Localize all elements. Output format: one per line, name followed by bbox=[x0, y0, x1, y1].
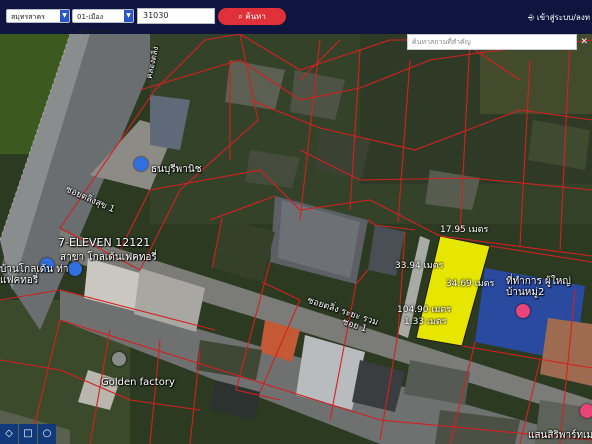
place-search-placeholder: ค้นหาสถานที่สำคัญ bbox=[412, 38, 471, 46]
store-pin-icon[interactable] bbox=[68, 262, 82, 276]
place-thanaphanit: ธนบุรีพานิช bbox=[151, 164, 202, 175]
place-search-input[interactable]: ค้นหาสถานที่สำคัญ ✕ bbox=[407, 34, 588, 50]
rectangle-icon: □ bbox=[23, 428, 33, 439]
close-icon[interactable]: ✕ bbox=[580, 35, 588, 49]
draw-circle-tool[interactable]: ○ bbox=[38, 424, 56, 444]
search-button-label: ค้นหา bbox=[245, 12, 266, 21]
province-select[interactable]: สมุทรสาคร ▼ bbox=[6, 9, 70, 23]
top-toolbar: สมุทรสาคร ▼ 01-เมืองสมุทรสาคร ▼ 31030 ⌕ … bbox=[0, 0, 592, 35]
place-golden-factory: Golden factory bbox=[101, 377, 175, 388]
dimension-right: 34.69 เมตร bbox=[446, 279, 495, 289]
province-value: สมุทรสาคร bbox=[11, 13, 45, 21]
parcel-number-value: 31030 bbox=[143, 11, 169, 20]
parcel-number-input[interactable]: 31030 bbox=[137, 8, 215, 24]
polygon-icon: ◇ bbox=[5, 428, 13, 439]
draw-rectangle-tool[interactable]: □ bbox=[19, 424, 37, 444]
apartment-pin-icon[interactable] bbox=[580, 404, 592, 418]
login-icon: ⎆ bbox=[527, 13, 535, 22]
office-pin-icon[interactable] bbox=[516, 304, 530, 318]
search-button[interactable]: ⌕ ค้นหา bbox=[218, 8, 286, 25]
chevron-down-icon: ▼ bbox=[124, 10, 133, 22]
factory-pin-icon[interactable] bbox=[112, 352, 126, 366]
draw-polygon-tool[interactable]: ◇ bbox=[0, 424, 18, 444]
login-label: เข้าสู่ระบบ/ลงท bbox=[536, 13, 590, 22]
district-value: 01-เมืองสมุทรสาคร bbox=[77, 13, 111, 35]
shop-pin-icon[interactable] bbox=[134, 157, 148, 171]
chevron-down-icon: ▼ bbox=[60, 10, 69, 22]
place-community-office: ที่ทำการ ผู้ใหญ่บ้านหมู่2 bbox=[506, 276, 571, 298]
satellite-map[interactable] bbox=[0, 0, 592, 444]
circle-icon: ○ bbox=[42, 428, 52, 439]
dimension-bottom: 1.33 เมตร bbox=[404, 317, 447, 327]
dimension-left: 33.94 เมตร bbox=[395, 261, 444, 271]
place-seven-eleven: 7-ELEVEN 12121 bbox=[58, 236, 151, 249]
district-select[interactable]: 01-เมืองสมุทรสาคร ▼ bbox=[72, 9, 134, 35]
dimension-top: 17.95 เมตร bbox=[440, 225, 489, 235]
login-link[interactable]: ⎆ เข้าสู่ระบบ/ลงท bbox=[528, 11, 590, 24]
place-golden-pet-house: บ้านโกลเด้น ท่าแฟคทอรี่ bbox=[0, 264, 69, 286]
search-icon: ⌕ bbox=[238, 12, 243, 21]
place-saensiri: แสนสิริพาร์ทเม bbox=[528, 430, 592, 441]
